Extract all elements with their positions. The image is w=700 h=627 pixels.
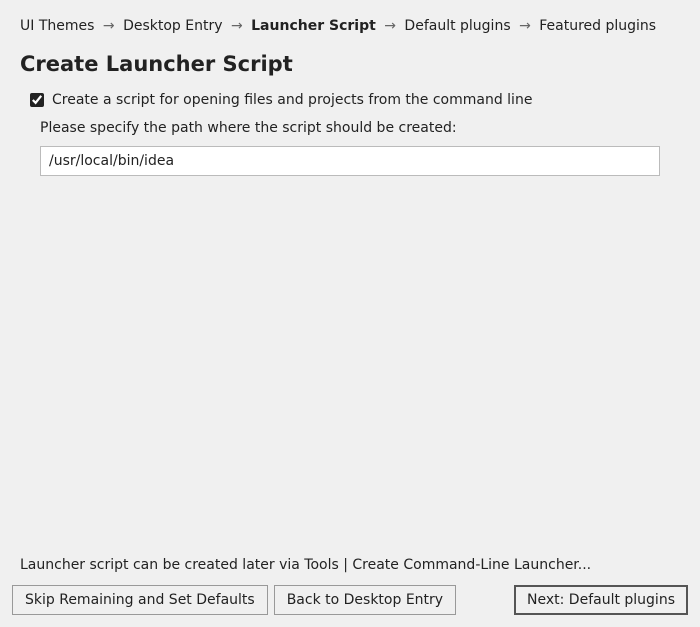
script-path-input[interactable]	[40, 146, 660, 176]
next-button[interactable]: Next: Default plugins	[514, 585, 688, 615]
content-area: Create a script for opening files and pr…	[0, 92, 700, 557]
create-script-checkbox-label[interactable]: Create a script for opening files and pr…	[52, 92, 532, 108]
button-bar: Skip Remaining and Set Defaults Back to …	[0, 585, 700, 627]
breadcrumb-separator: →	[103, 18, 115, 34]
page-title: Create Launcher Script	[0, 42, 700, 92]
breadcrumb-separator: →	[384, 18, 396, 34]
breadcrumb-step-launcher-script[interactable]: Launcher Script	[251, 18, 376, 34]
create-script-checkbox[interactable]	[30, 93, 44, 107]
breadcrumb-step-desktop-entry[interactable]: Desktop Entry	[123, 18, 222, 34]
path-label: Please specify the path where the script…	[40, 120, 660, 136]
skip-remaining-button[interactable]: Skip Remaining and Set Defaults	[12, 585, 268, 615]
breadcrumb-step-featured-plugins[interactable]: Featured plugins	[539, 18, 656, 34]
hint-text: Launcher script can be created later via…	[0, 557, 700, 585]
back-button[interactable]: Back to Desktop Entry	[274, 585, 456, 615]
button-bar-spacer	[462, 585, 508, 615]
breadcrumb-step-ui-themes[interactable]: UI Themes	[20, 18, 94, 34]
create-script-checkbox-row: Create a script for opening files and pr…	[30, 92, 660, 108]
breadcrumb-separator: →	[519, 18, 531, 34]
breadcrumb-step-default-plugins[interactable]: Default plugins	[404, 18, 510, 34]
breadcrumb: UI Themes → Desktop Entry → Launcher Scr…	[0, 0, 700, 42]
breadcrumb-separator: →	[231, 18, 243, 34]
